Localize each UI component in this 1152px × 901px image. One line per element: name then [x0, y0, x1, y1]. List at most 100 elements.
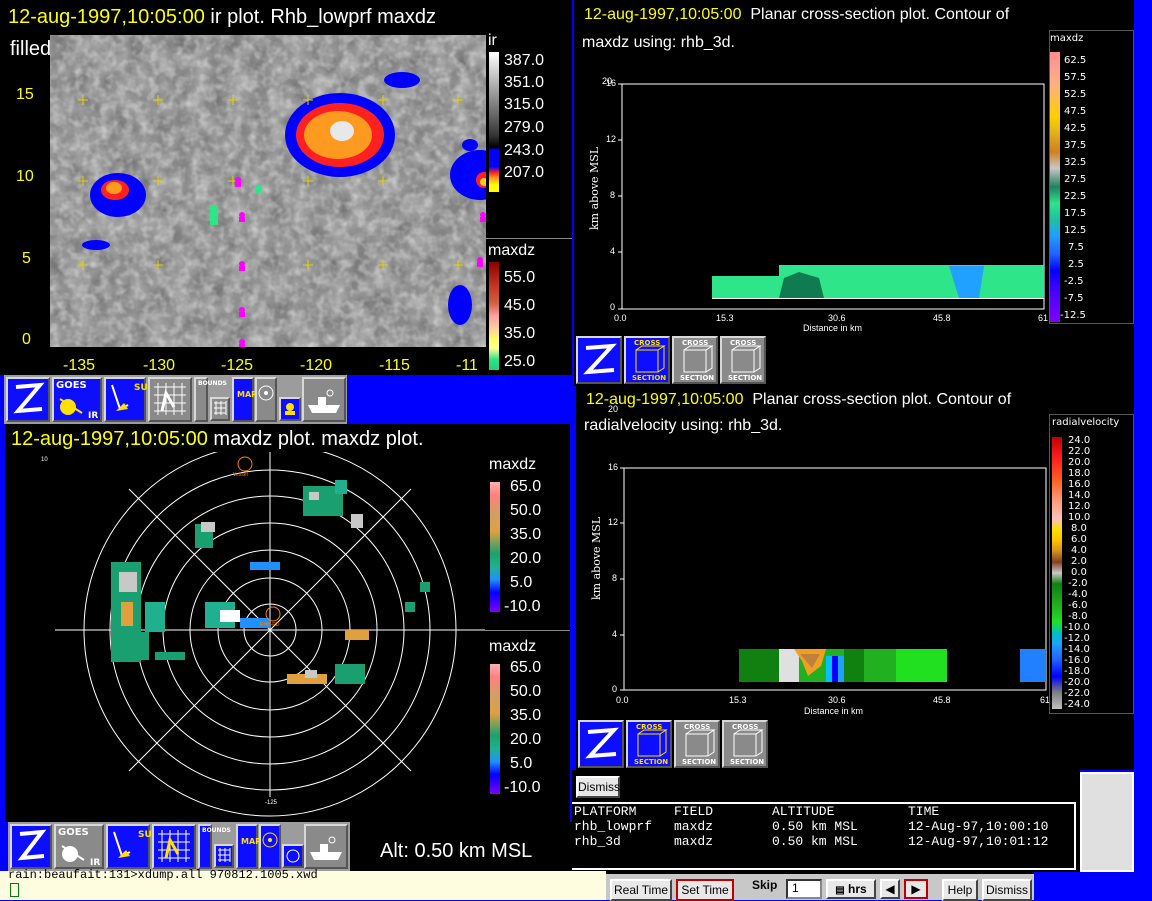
xs2-ytick: 12: [608, 517, 619, 527]
xs1-colorbar-label: -7.5: [1064, 293, 1084, 304]
xs2-toolbar: CROSS SECTION CROSS SECTION CROSS SECTION: [576, 718, 1134, 770]
ppi-colorbar1: [490, 482, 500, 612]
xs2-colorbar-label: -16.0: [1064, 655, 1090, 666]
section-label: SECTION: [728, 374, 763, 382]
ir-colorbar-label: 387.0: [504, 52, 545, 69]
map-label: MAP: [237, 390, 258, 399]
zoom-icon: [13, 382, 45, 414]
grid-toggle-button[interactable]: [210, 397, 230, 421]
small-grid-icon: [218, 848, 231, 862]
radar-grid-button[interactable]: [152, 824, 196, 869]
bounds-button[interactable]: BOUNDS: [194, 377, 227, 422]
ship-icon: [310, 836, 342, 860]
cross-section-button-2[interactable]: CROSS SECTION: [672, 336, 718, 384]
map-label: MAP: [241, 837, 262, 846]
xsection-maxdz-panel: 12-aug-1997,10:05:00 Planar cross-sectio…: [574, 0, 1134, 336]
ir-colorbar-label: 279.0: [504, 119, 545, 136]
info-cell: maxdz: [674, 834, 714, 849]
ir-ytick: 5: [22, 250, 31, 267]
target-button[interactable]: [255, 377, 277, 422]
xs1-colorbar-title: maxdz: [1050, 33, 1084, 44]
xs2-colorbar-label: 8.0: [1071, 523, 1087, 534]
xs2-colorbar-label: -2.0: [1068, 578, 1088, 589]
goes-ir-button[interactable]: GOES IR: [52, 377, 102, 422]
skip-input[interactable]: 1: [786, 879, 822, 899]
info-cell: rhb_3d: [574, 834, 621, 849]
step-back-icon: ◀: [885, 882, 895, 896]
radar-sweep-icon: [113, 831, 131, 858]
goes-ir-button[interactable]: GOES IR: [54, 824, 104, 869]
surveillance-button[interactable]: SUR: [106, 824, 159, 869]
site-button[interactable]: [279, 397, 301, 421]
scroll-panel[interactable]: [1080, 772, 1134, 872]
xs1-ytick: 4: [610, 246, 616, 256]
cross-section-button-3[interactable]: CROSS SECTION: [722, 720, 768, 768]
ship-button[interactable]: [302, 377, 346, 422]
ship-icon: [308, 389, 340, 413]
list-icon: ▤: [835, 885, 845, 896]
dz-colorbar: [489, 262, 499, 370]
ir-colorbar-title: ir: [488, 32, 497, 49]
site-icon: [285, 403, 295, 415]
ppi-radar-display[interactable]: [5, 452, 485, 822]
info-cell: maxdz: [674, 819, 714, 834]
ppi-colorbar2-label: 20.0: [510, 731, 542, 748]
step-back-button[interactable]: ◀: [880, 879, 900, 899]
zoom-button[interactable]: [576, 336, 622, 384]
ppi-colorbar1-label: 35.0: [510, 526, 542, 543]
skip-value: 1: [792, 881, 799, 895]
ir-title: 12-aug-1997,10:05:00 ir plot. Rhb_lowprf…: [8, 6, 436, 28]
info-table: PLATFORM FIELD ALTITUDE TIME rhb_lowprf …: [574, 804, 1048, 849]
grid-icon: [158, 830, 190, 862]
xs1-ytick: 0: [610, 302, 616, 312]
dismiss-button[interactable]: Dismiss: [576, 776, 620, 798]
cross-section-button-2[interactable]: CROSS SECTION: [674, 720, 720, 768]
info-header: ALTITUDE: [772, 804, 835, 819]
zoom-button[interactable]: [578, 720, 624, 768]
xs2-xlabel: Distance in km: [804, 706, 864, 716]
cross-section-button[interactable]: CROSS SECTION: [626, 720, 672, 768]
help-button[interactable]: Help: [942, 879, 978, 901]
target-icon: [262, 832, 278, 848]
set-time-button[interactable]: Set Time: [676, 879, 734, 901]
ship-button[interactable]: [304, 824, 348, 869]
real-time-button[interactable]: Real Time: [610, 879, 672, 901]
range-ring-button[interactable]: [282, 844, 304, 868]
bounds-button[interactable]: BOUNDS: [198, 824, 231, 869]
xs2-colorbar-label: 18.0: [1068, 468, 1091, 479]
xs1-colorbar-label: 22.5: [1064, 191, 1087, 202]
ppi-panel: 12-aug-1997,10:05:00 maxdz plot. maxdz p…: [5, 424, 570, 822]
map-button[interactable]: MAP: [236, 824, 262, 869]
info-cell: 12-Aug-97,10:01:12: [908, 834, 1049, 849]
ppi-bottom-label: -125: [265, 800, 278, 806]
radar-sweep-icon: [111, 384, 129, 411]
step-forward-button[interactable]: ▶: [904, 879, 928, 899]
unit-selector[interactable]: ▤ hrs: [826, 879, 876, 899]
terminal-line: rain:beaufait:131>xdump.all 970812.1005.…: [8, 868, 318, 882]
cross-section-button[interactable]: CROSS SECTION: [624, 336, 670, 384]
xs2-ytick: 16: [608, 462, 619, 472]
xs2-colorbar-label: 20.0: [1068, 457, 1091, 468]
small-grid-icon: [214, 401, 227, 415]
ir-satellite-image[interactable]: [50, 35, 486, 347]
target-button[interactable]: [259, 824, 281, 869]
terminal-strip[interactable]: rain:beaufait:131>xdump.all 970812.1005.…: [0, 868, 606, 900]
xs2-colorbar-label: 2.0: [1071, 556, 1087, 567]
radar-grid-button[interactable]: [148, 377, 192, 422]
xs1-colorbar-label: 17.5: [1064, 208, 1087, 219]
xs2-colorbar-label: 4.0: [1071, 545, 1087, 556]
xs2-colorbar-label: 22.0: [1068, 446, 1091, 457]
xs1-ylabel: km above MSL: [588, 146, 601, 230]
zoom-button[interactable]: [10, 824, 52, 869]
grid-toggle-button[interactable]: [214, 844, 234, 868]
ir-xtick: -115: [379, 357, 410, 374]
ir-xtick: -11: [456, 357, 478, 374]
map-button[interactable]: MAP: [232, 377, 258, 422]
cross-section-button-3[interactable]: CROSS SECTION: [720, 336, 766, 384]
surveillance-button[interactable]: SUR: [104, 377, 155, 422]
info-cell: 12-Aug-97,10:00:10: [908, 819, 1049, 834]
xs1-colorbar-label: 52.5: [1064, 89, 1087, 100]
zoom-button[interactable]: [6, 377, 50, 422]
dismiss-all-button[interactable]: Dismiss: [982, 879, 1032, 901]
ir-timestamp: 12-aug-1997,10:05:00: [8, 6, 205, 28]
